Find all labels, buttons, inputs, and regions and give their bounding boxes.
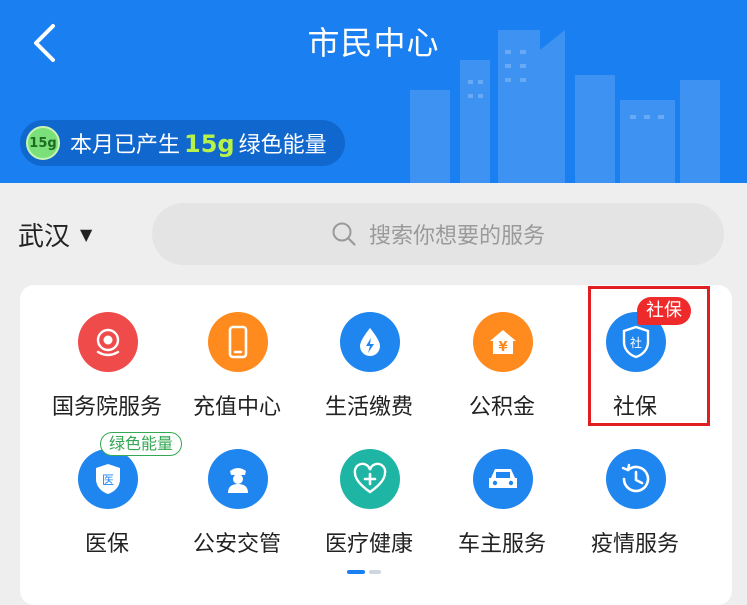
energy-prefix: 本月已产生	[70, 133, 181, 158]
service-healthcare[interactable]: 医疗健康	[303, 449, 435, 579]
gov-emblem-icon	[78, 312, 138, 372]
header-banner: 市民中心 15g 本月已产生 15g 绿色能量	[0, 0, 747, 183]
service-medical-insurance[interactable]: 医 医保	[41, 449, 173, 579]
page-title: 市民中心	[307, 24, 440, 62]
service-epidemic[interactable]: 疫情服务	[569, 449, 701, 579]
energy-suffix: 绿色能量	[238, 133, 327, 158]
water-drop-icon	[340, 312, 400, 372]
service-utilities[interactable]: 生活缴费	[303, 312, 435, 442]
energy-text: 本月已产生 15g 绿色能量	[70, 127, 327, 159]
service-housing-fund[interactable]: ¥ 公积金	[436, 312, 568, 442]
service-label: 生活缴费	[324, 395, 413, 420]
service-guowuyuan[interactable]: 国务院服务	[41, 312, 173, 442]
page-indicator	[347, 570, 381, 574]
phone-icon	[208, 312, 268, 372]
green-energy-tag: 绿色能量	[100, 432, 183, 456]
city-label: 武汉	[18, 221, 71, 252]
page-indicator-active	[347, 570, 365, 574]
caret-down-icon: ▼	[80, 224, 93, 244]
service-label: 国务院服务	[51, 395, 162, 420]
clock-history-icon	[606, 449, 666, 509]
search-icon	[332, 222, 356, 246]
service-label: 充值中心	[192, 395, 281, 420]
city-selector[interactable]: 武汉 ▼	[18, 210, 92, 258]
svg-text:医: 医	[102, 473, 114, 487]
search-bar[interactable]: 搜索你想要的服务	[152, 203, 724, 265]
green-energy-banner[interactable]: 15g 本月已产生 15g 绿色能量	[20, 120, 345, 166]
police-icon	[208, 449, 268, 509]
shebao-tag: 社保	[637, 297, 691, 325]
energy-value: 15g	[184, 130, 235, 158]
page-indicator-inactive	[369, 570, 381, 574]
heart-plus-icon	[340, 449, 400, 509]
service-label: 车主服务	[457, 532, 546, 557]
svg-text:¥: ¥	[498, 340, 507, 355]
car-icon	[473, 449, 533, 509]
house-yuan-icon: ¥	[473, 312, 533, 372]
service-label: 公积金	[468, 395, 535, 420]
service-recharge[interactable]: 充值中心	[171, 312, 303, 442]
service-label: 公安交管	[192, 532, 281, 557]
energy-badge-icon: 15g	[26, 126, 60, 160]
shield-yi-icon: 医	[78, 449, 138, 509]
search-placeholder: 搜索你想要的服务	[368, 224, 545, 249]
service-label: 医保	[84, 532, 129, 557]
service-label: 医疗健康	[324, 532, 413, 557]
service-label: 疫情服务	[590, 532, 679, 557]
service-traffic-police[interactable]: 公安交管	[171, 449, 303, 579]
service-car-owner[interactable]: 车主服务	[436, 449, 568, 579]
